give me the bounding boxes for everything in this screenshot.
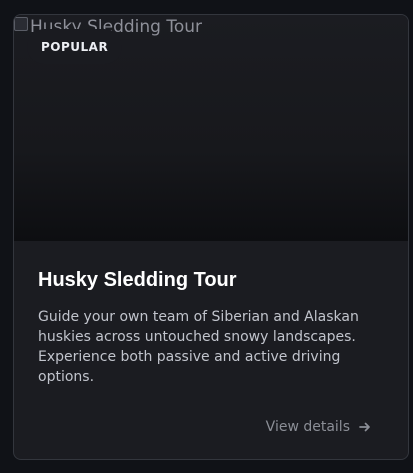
card-title: Husky Sledding Tour xyxy=(38,269,237,291)
popular-badge: POPULAR xyxy=(27,29,123,64)
page: Husky Sledding Tour POPULAR Husky Sleddi… xyxy=(0,0,413,473)
badge-label: POPULAR xyxy=(41,39,109,54)
view-details-label: View details xyxy=(265,419,350,435)
arrow-right-icon xyxy=(358,420,372,434)
broken-image-icon xyxy=(14,17,28,31)
card-content: Husky Sledding Tour Guide your own team … xyxy=(14,241,408,459)
tour-image: Husky Sledding Tour POPULAR xyxy=(14,15,408,241)
view-details-link[interactable]: View details xyxy=(266,417,372,437)
card-description: Guide your own team of Siberian and Alas… xyxy=(38,309,359,385)
tour-card[interactable]: Husky Sledding Tour POPULAR Husky Sleddi… xyxy=(13,14,409,460)
